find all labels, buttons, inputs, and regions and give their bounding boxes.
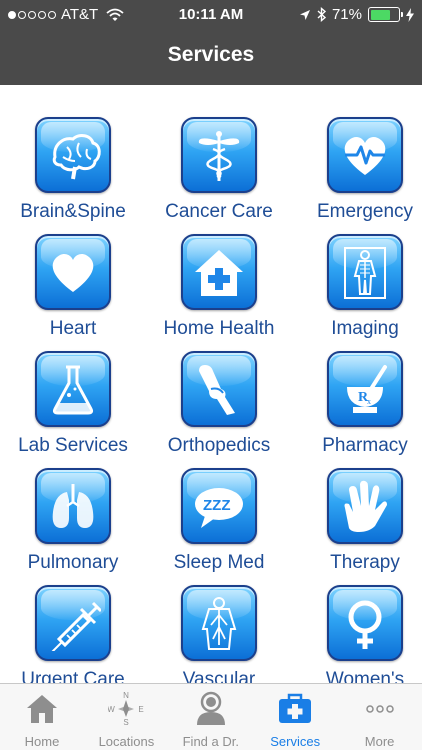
- service-pulmonary[interactable]: Pulmonary: [0, 436, 146, 573]
- tab-label: More: [364, 734, 395, 749]
- service-cancer-care[interactable]: Cancer Care: [146, 85, 292, 222]
- service-tile[interactable]: [35, 117, 111, 193]
- hand-icon: [344, 480, 387, 532]
- header: AT&T 10:11 AM 71% Services: [0, 0, 422, 85]
- tab-locations[interactable]: N S W E Locations: [84, 684, 168, 750]
- service-tile[interactable]: [35, 468, 111, 544]
- status-right: 71%: [299, 6, 414, 23]
- service-therapy[interactable]: Therapy: [292, 436, 422, 573]
- svg-text:x: x: [367, 397, 371, 406]
- tab-label: Services: [270, 734, 321, 749]
- tab-label: Home: [24, 734, 60, 749]
- house-cross-icon: [195, 250, 243, 296]
- tab-find-a-dr[interactable]: Find a Dr.: [169, 684, 253, 750]
- service-lab-services[interactable]: Lab Services: [0, 319, 146, 456]
- medical-kit-icon: [279, 693, 312, 723]
- tab-label: Find a Dr.: [182, 734, 239, 749]
- service-tile[interactable]: ZZZ: [181, 468, 257, 544]
- xray-body-icon: [344, 247, 386, 299]
- service-orthopedics[interactable]: Orthopedics: [146, 319, 292, 456]
- mortar-rx-icon: R x: [347, 365, 387, 413]
- svg-text:S: S: [124, 718, 129, 726]
- svg-text:W: W: [108, 705, 115, 714]
- service-brain-spine[interactable]: Brain&Spine: [0, 85, 146, 222]
- status-bar: AT&T 10:11 AM 71%: [0, 0, 422, 30]
- flask-icon: [52, 365, 94, 415]
- services-grid-scroll[interactable]: Brain&Spine Cancer Care Emergency Heart …: [0, 85, 422, 683]
- service-label: Vascular: [182, 669, 256, 683]
- service-tile[interactable]: [327, 468, 403, 544]
- tab-bar: Home N S W E Locations Find a Dr. Services M…: [0, 683, 422, 750]
- battery-level: [370, 9, 390, 20]
- battery-percent: 71%: [331, 6, 362, 23]
- service-tile[interactable]: [35, 585, 111, 661]
- more-dots-icon: [365, 705, 394, 713]
- heart-icon: [52, 253, 94, 292]
- house-icon: [27, 695, 57, 723]
- heartbeat-icon: [344, 136, 386, 175]
- service-pharmacy[interactable]: R x Pharmacy: [292, 319, 422, 456]
- service-tile[interactable]: [327, 234, 403, 310]
- caduceus-icon: [198, 131, 240, 181]
- service-tile[interactable]: [327, 585, 403, 661]
- tab-home[interactable]: Home: [0, 684, 84, 750]
- brain-icon: [52, 134, 101, 180]
- svg-text:ZZZ: ZZZ: [203, 497, 231, 514]
- knee-joint-icon: [199, 365, 235, 415]
- service-label: Women's: [325, 669, 405, 683]
- service-imaging[interactable]: Imaging: [292, 202, 422, 339]
- battery-icon: [368, 7, 403, 22]
- service-tile[interactable]: [35, 351, 111, 427]
- service-home-health[interactable]: Home Health: [146, 202, 292, 339]
- zzz-bubble-icon: ZZZ: [195, 488, 243, 528]
- tab-label: Locations: [98, 734, 155, 749]
- service-tile[interactable]: [181, 351, 257, 427]
- svg-text:E: E: [139, 705, 144, 714]
- svg-text:N: N: [124, 691, 130, 700]
- tab-more[interactable]: More: [338, 684, 422, 750]
- service-sleep-med[interactable]: ZZZ Sleep Med: [146, 436, 292, 573]
- service-vascular[interactable]: Vascular: [146, 553, 292, 683]
- service-tile[interactable]: [181, 117, 257, 193]
- service-women-s[interactable]: Women's: [292, 553, 422, 683]
- charging-bolt-icon: [406, 7, 414, 22]
- female-symbol-icon: [348, 600, 382, 649]
- syringe-icon: [51, 601, 101, 651]
- service-urgent-care[interactable]: Urgent Care: [0, 553, 146, 683]
- service-tile[interactable]: [181, 585, 257, 661]
- doctor-icon: [196, 691, 225, 725]
- service-tile[interactable]: [327, 117, 403, 193]
- service-tile[interactable]: [181, 234, 257, 310]
- bluetooth-icon: [317, 7, 326, 22]
- service-label: Urgent Care: [21, 669, 125, 683]
- location-arrow-icon: [299, 9, 310, 20]
- service-tile[interactable]: R x: [327, 351, 403, 427]
- service-heart[interactable]: Heart: [0, 202, 146, 339]
- service-tile[interactable]: [35, 234, 111, 310]
- vascular-body-icon: [201, 597, 237, 650]
- tab-services[interactable]: Services: [253, 684, 337, 750]
- page-title: Services: [167, 43, 255, 66]
- lungs-icon: [52, 484, 94, 528]
- service-emergency[interactable]: Emergency: [292, 85, 422, 222]
- compass-icon: N S W E: [108, 691, 144, 726]
